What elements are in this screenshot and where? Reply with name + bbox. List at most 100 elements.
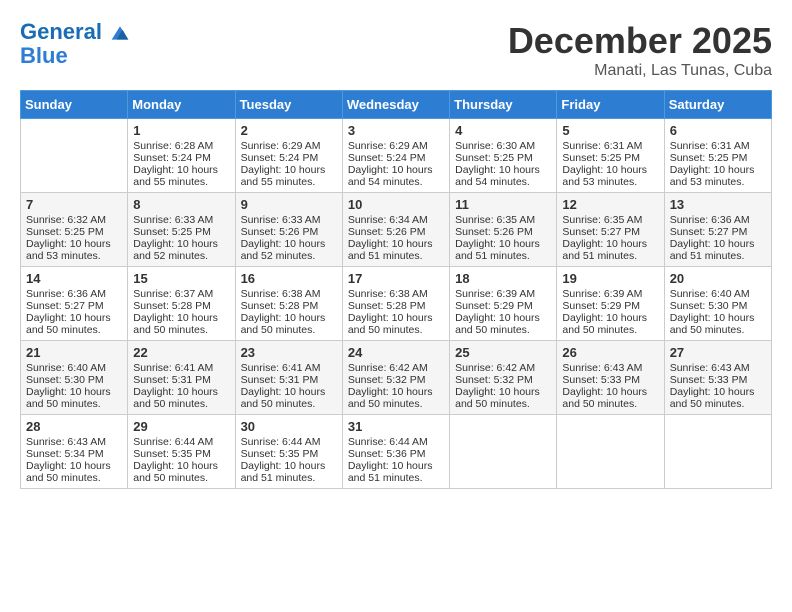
cell-info: and 51 minutes.: [455, 250, 551, 262]
cell-info: Daylight: 10 hours: [455, 386, 551, 398]
day-number: 15: [133, 271, 229, 286]
cell-info: Daylight: 10 hours: [455, 238, 551, 250]
cell-info: Daylight: 10 hours: [348, 386, 444, 398]
calendar-week-row: 28Sunrise: 6:43 AMSunset: 5:34 PMDayligh…: [21, 415, 772, 489]
logo-text: General: [20, 20, 130, 44]
cell-info: Sunrise: 6:30 AM: [455, 140, 551, 152]
cell-info: Sunset: 5:35 PM: [133, 448, 229, 460]
cell-info: Sunrise: 6:43 AM: [562, 362, 658, 374]
day-number: 6: [670, 123, 766, 138]
cell-info: Sunrise: 6:41 AM: [241, 362, 337, 374]
cell-info: Sunrise: 6:33 AM: [133, 214, 229, 226]
calendar-header-row: SundayMondayTuesdayWednesdayThursdayFrid…: [21, 91, 772, 119]
cell-info: Sunset: 5:36 PM: [348, 448, 444, 460]
cell-info: Sunset: 5:26 PM: [455, 226, 551, 238]
cell-info: Sunrise: 6:34 AM: [348, 214, 444, 226]
day-number: 1: [133, 123, 229, 138]
day-number: 10: [348, 197, 444, 212]
calendar-cell: 7Sunrise: 6:32 AMSunset: 5:25 PMDaylight…: [21, 193, 128, 267]
cell-info: Daylight: 10 hours: [133, 460, 229, 472]
cell-info: Sunrise: 6:44 AM: [133, 436, 229, 448]
cell-info: Sunrise: 6:37 AM: [133, 288, 229, 300]
day-number: 31: [348, 419, 444, 434]
cell-info: Sunrise: 6:32 AM: [26, 214, 122, 226]
day-number: 9: [241, 197, 337, 212]
cell-info: and 51 minutes.: [348, 472, 444, 484]
cell-info: and 53 minutes.: [562, 176, 658, 188]
calendar-cell: 15Sunrise: 6:37 AMSunset: 5:28 PMDayligh…: [128, 267, 235, 341]
cell-info: and 52 minutes.: [241, 250, 337, 262]
calendar-header-wednesday: Wednesday: [342, 91, 449, 119]
cell-info: Sunrise: 6:40 AM: [670, 288, 766, 300]
cell-info: Sunset: 5:31 PM: [133, 374, 229, 386]
day-number: 7: [26, 197, 122, 212]
cell-info: Sunset: 5:32 PM: [348, 374, 444, 386]
cell-info: Daylight: 10 hours: [562, 386, 658, 398]
cell-info: Sunrise: 6:31 AM: [670, 140, 766, 152]
cell-info: Sunrise: 6:35 AM: [455, 214, 551, 226]
cell-info: Sunrise: 6:38 AM: [348, 288, 444, 300]
calendar-cell: 27Sunrise: 6:43 AMSunset: 5:33 PMDayligh…: [664, 341, 771, 415]
cell-info: Sunset: 5:27 PM: [562, 226, 658, 238]
calendar-cell: [664, 415, 771, 489]
logo: General Blue: [20, 20, 130, 68]
cell-info: and 52 minutes.: [133, 250, 229, 262]
day-number: 8: [133, 197, 229, 212]
cell-info: Sunrise: 6:44 AM: [348, 436, 444, 448]
cell-info: Sunrise: 6:29 AM: [348, 140, 444, 152]
calendar-cell: 14Sunrise: 6:36 AMSunset: 5:27 PMDayligh…: [21, 267, 128, 341]
cell-info: Daylight: 10 hours: [348, 312, 444, 324]
cell-info: Daylight: 10 hours: [133, 164, 229, 176]
cell-info: Sunset: 5:24 PM: [241, 152, 337, 164]
calendar-week-row: 14Sunrise: 6:36 AMSunset: 5:27 PMDayligh…: [21, 267, 772, 341]
calendar-cell: 30Sunrise: 6:44 AMSunset: 5:35 PMDayligh…: [235, 415, 342, 489]
cell-info: and 50 minutes.: [241, 324, 337, 336]
cell-info: Sunset: 5:25 PM: [26, 226, 122, 238]
cell-info: and 50 minutes.: [26, 398, 122, 410]
day-number: 5: [562, 123, 658, 138]
day-number: 23: [241, 345, 337, 360]
calendar-cell: 17 Sunrise: 6:38 AMSunset: 5:28 PMDayligh…: [342, 267, 449, 341]
cell-info: Daylight: 10 hours: [241, 460, 337, 472]
cell-info: Sunset: 5:30 PM: [670, 300, 766, 312]
calendar-cell: [21, 119, 128, 193]
calendar-cell: 9Sunrise: 6:33 AMSunset: 5:26 PMDaylight…: [235, 193, 342, 267]
logo-text2: Blue: [20, 44, 130, 68]
day-number: 19: [562, 271, 658, 286]
calendar-cell: 6Sunrise: 6:31 AMSunset: 5:25 PMDaylight…: [664, 119, 771, 193]
day-number: 30: [241, 419, 337, 434]
cell-info: Sunrise: 6:33 AM: [241, 214, 337, 226]
day-number: 20: [670, 271, 766, 286]
cell-info: and 50 minutes.: [133, 398, 229, 410]
cell-info: Sunset: 5:26 PM: [241, 226, 337, 238]
cell-info: and 50 minutes.: [455, 324, 551, 336]
calendar-cell: [450, 415, 557, 489]
calendar-cell: 3Sunrise: 6:29 AMSunset: 5:24 PMDaylight…: [342, 119, 449, 193]
day-number: 21: [26, 345, 122, 360]
calendar-cell: 28Sunrise: 6:43 AMSunset: 5:34 PMDayligh…: [21, 415, 128, 489]
cell-info: Sunrise: 6:40 AM: [26, 362, 122, 374]
calendar-cell: 4Sunrise: 6:30 AMSunset: 5:25 PMDaylight…: [450, 119, 557, 193]
cell-info: and 50 minutes.: [670, 398, 766, 410]
day-number: 17: [348, 271, 444, 286]
cell-info: Daylight: 10 hours: [562, 238, 658, 250]
cell-info: and 50 minutes.: [348, 398, 444, 410]
cell-info: Sunset: 5:30 PM: [26, 374, 122, 386]
cell-info: Sunset: 5:28 PM: [348, 300, 444, 312]
cell-info: Sunset: 5:27 PM: [26, 300, 122, 312]
calendar-cell: 10Sunrise: 6:34 AMSunset: 5:26 PMDayligh…: [342, 193, 449, 267]
day-number: 26: [562, 345, 658, 360]
day-number: 25: [455, 345, 551, 360]
cell-info: Sunset: 5:25 PM: [670, 152, 766, 164]
cell-info: Daylight: 10 hours: [133, 238, 229, 250]
cell-info: and 55 minutes.: [133, 176, 229, 188]
cell-info: Sunrise: 6:44 AM: [241, 436, 337, 448]
calendar-cell: 18Sunrise: 6:39 AMSunset: 5:29 PMDayligh…: [450, 267, 557, 341]
calendar-cell: 12Sunrise: 6:35 AMSunset: 5:27 PMDayligh…: [557, 193, 664, 267]
cell-info: and 51 minutes.: [348, 250, 444, 262]
cell-info: Sunset: 5:33 PM: [562, 374, 658, 386]
calendar-cell: 22Sunrise: 6:41 AMSunset: 5:31 PMDayligh…: [128, 341, 235, 415]
calendar-cell: [557, 415, 664, 489]
cell-info: Daylight: 10 hours: [455, 164, 551, 176]
calendar-header-tuesday: Tuesday: [235, 91, 342, 119]
